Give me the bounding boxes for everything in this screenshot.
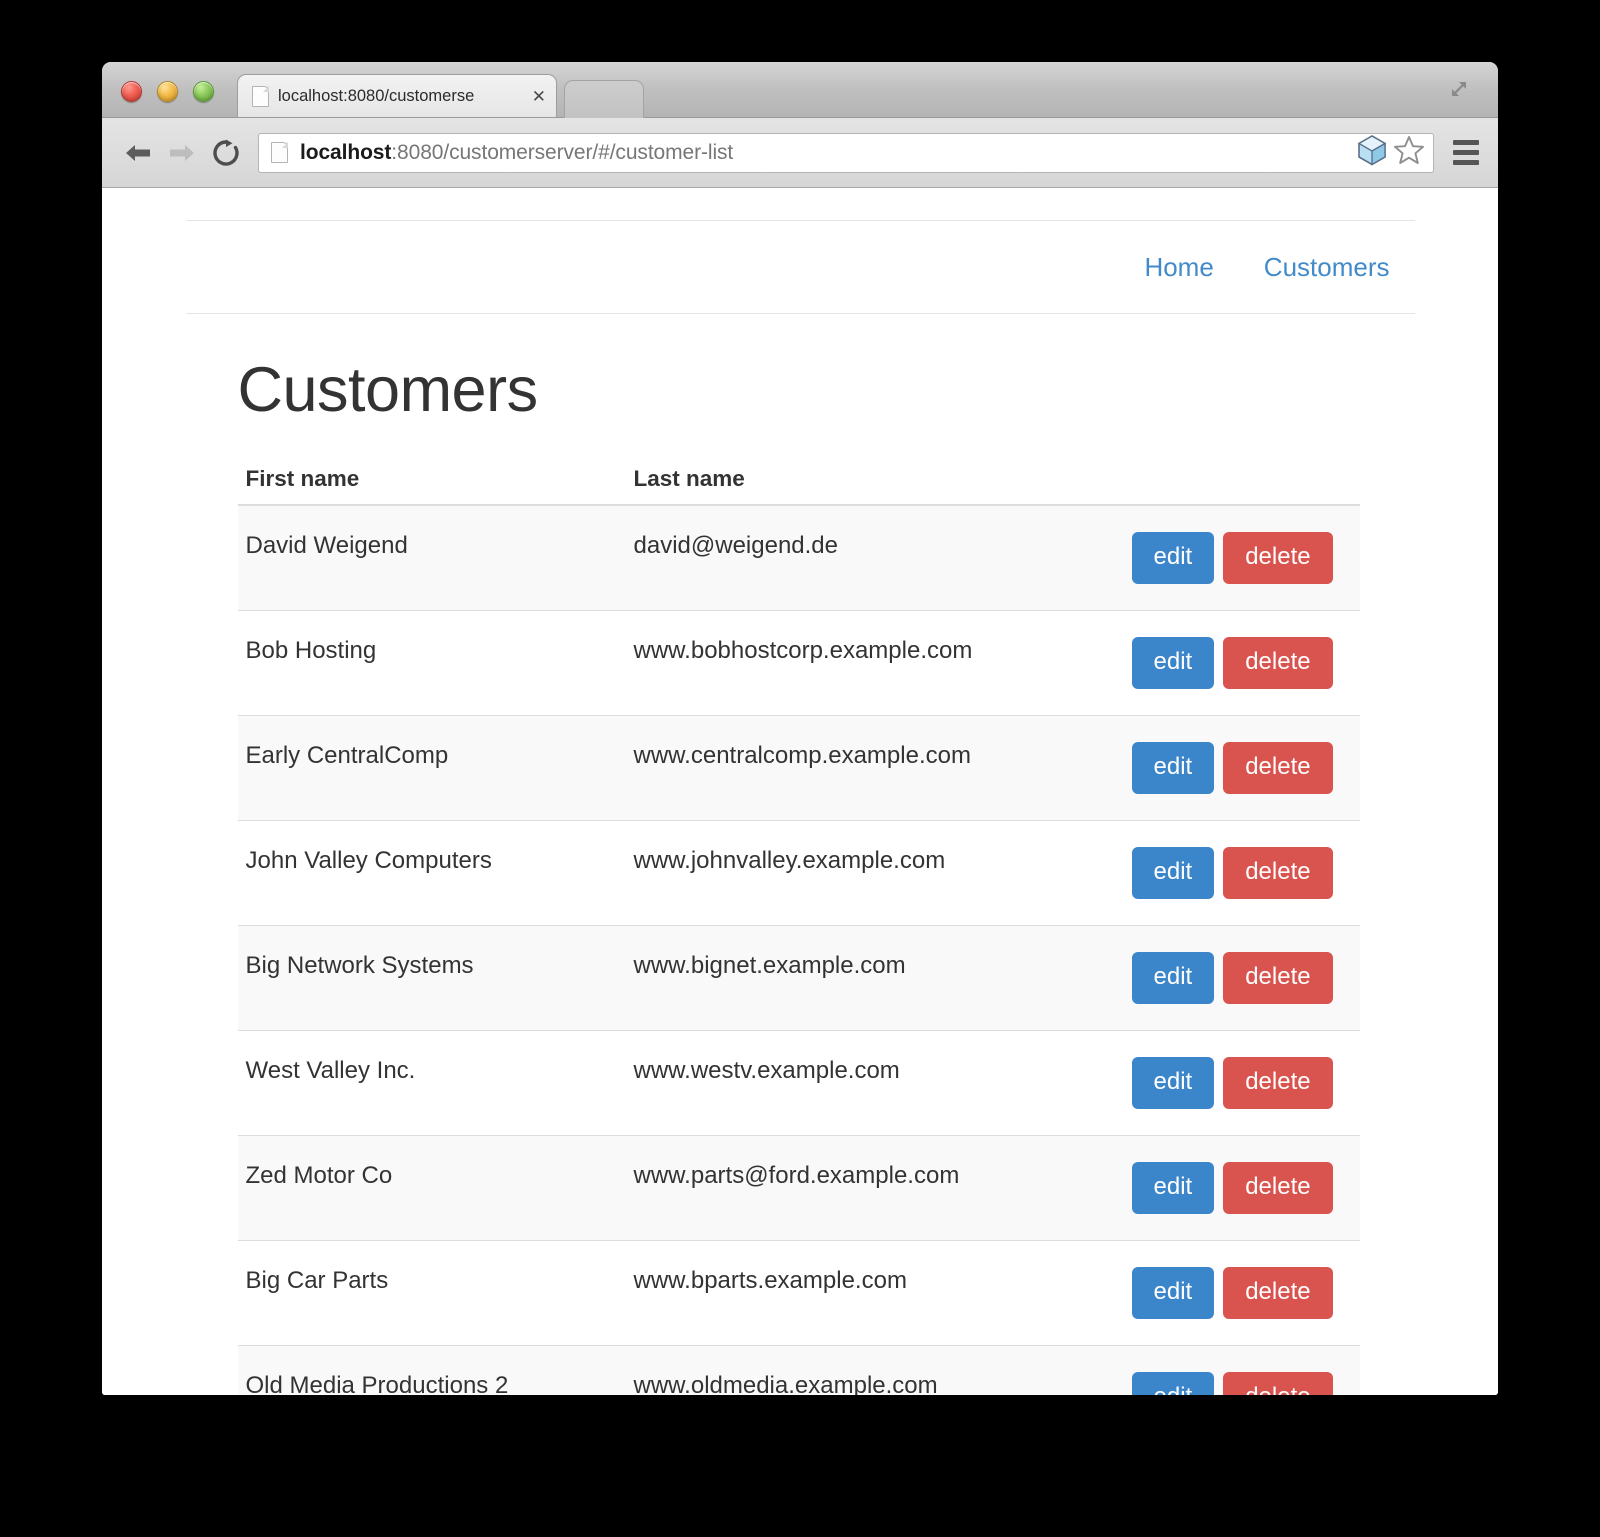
nav-link-customers[interactable]: Customers (1239, 252, 1415, 283)
cell-first-name: Early CentralComp (237, 715, 626, 821)
cell-last-name: www.oldmedia.example.com (625, 1345, 1124, 1395)
reload-icon[interactable] (204, 131, 248, 175)
maximize-icon[interactable] (1444, 78, 1470, 104)
cell-actions: editdelete (1123, 715, 1360, 821)
edit-button[interactable]: edit (1131, 952, 1215, 1004)
page-title: Customers (237, 355, 539, 425)
cell-actions: editdelete (1123, 820, 1360, 926)
url-host: localhost (300, 140, 392, 164)
edit-button[interactable]: edit (1131, 637, 1215, 689)
edit-button[interactable]: edit (1131, 1372, 1215, 1395)
cell-last-name: www.bignet.example.com (625, 925, 1124, 1031)
nav-link-home[interactable]: Home (1119, 252, 1238, 283)
cell-actions: editdelete (1123, 1135, 1360, 1241)
new-tab-button[interactable] (564, 80, 644, 118)
zoom-window-button[interactable] (193, 81, 214, 102)
window-controls (121, 81, 214, 102)
browser-toolbar: localhost:8080/customerserver/#/customer… (102, 118, 1498, 188)
table-row: West Valley Inc. www.westv.example.com edi… (237, 1030, 1360, 1136)
cell-first-name: John Valley Computers (237, 820, 626, 926)
edit-button[interactable]: edit (1131, 532, 1215, 584)
cell-last-name: www.centralcomp.example.com (625, 715, 1124, 821)
table-header: First name Last name (237, 458, 1360, 506)
delete-button[interactable]: delete (1223, 1372, 1333, 1395)
edit-button[interactable]: edit (1131, 1267, 1215, 1319)
hamburger-menu-icon[interactable] (1448, 133, 1484, 173)
cell-last-name: david@weigend.de (625, 504, 1124, 611)
browser-tab-active[interactable]: localhost:8080/customerse ✕ (237, 74, 557, 117)
customer-table: First name Last name David Weigend david@… (237, 458, 1360, 1395)
delete-button[interactable]: delete (1223, 847, 1333, 899)
table-row: Big Car Parts www.bparts.example.com edit d… (237, 1240, 1360, 1346)
cell-last-name: www.johnvalley.example.com (625, 820, 1124, 926)
star-icon[interactable] (1393, 134, 1425, 171)
column-header-actions (1123, 458, 1360, 506)
cell-first-name: Old Media Productions 2 (237, 1345, 626, 1395)
delete-button[interactable]: delete (1223, 1267, 1333, 1319)
table-header-row: First name Last name (237, 458, 1360, 506)
cell-first-name: West Valley Inc. (237, 1030, 626, 1136)
table-body: David Weigend david@weigend.de edit delete B… (237, 504, 1360, 1395)
cell-actions: editdelete (1123, 925, 1360, 1031)
url-text: localhost:8080/customerserver/#/customer… (300, 141, 1351, 165)
minimize-window-button[interactable] (157, 81, 178, 102)
delete-button[interactable]: delete (1223, 952, 1333, 1004)
cell-first-name: Big Car Parts (237, 1240, 626, 1346)
delete-button[interactable]: delete (1223, 637, 1333, 689)
edit-button[interactable]: edit (1131, 847, 1215, 899)
delete-button[interactable]: delete (1223, 1162, 1333, 1214)
cell-actions: editdelete (1123, 1240, 1360, 1346)
site-navbar: Home Customers (185, 220, 1415, 314)
cell-actions: edit delete (1123, 1345, 1360, 1395)
table-row: Big Network Systems www.bignet.example.co… (237, 925, 1360, 1031)
cell-actions: editdelete (1123, 610, 1360, 716)
page-content: Home Customers Customers First name Last… (102, 188, 1498, 1395)
cell-actions: editdelete (1123, 1030, 1360, 1136)
edit-button[interactable]: edit (1131, 1057, 1215, 1109)
back-arrow-icon[interactable] (116, 131, 160, 175)
table-row: David Weigend david@weigend.de edit delete (237, 504, 1360, 611)
delete-button[interactable]: delete (1223, 1057, 1333, 1109)
page-icon (252, 85, 269, 107)
close-tab-icon[interactable]: ✕ (532, 88, 546, 105)
cell-first-name: Bob Hosting (237, 610, 626, 716)
cell-last-name: www.westv.example.com (625, 1030, 1124, 1136)
cell-last-name: www.bobhostcorp.example.com (625, 610, 1124, 716)
delete-button[interactable]: delete (1223, 742, 1333, 794)
table-row: Bob Hosting www.bobhostcorp.example.com ed… (237, 610, 1360, 716)
page-security-icon (271, 142, 288, 163)
column-header-first-name: First name (237, 458, 626, 506)
address-bar[interactable]: localhost:8080/customerserver/#/customer… (258, 132, 1434, 173)
table-row: Old Media Productions 2 www.oldmedia.exam… (237, 1345, 1360, 1395)
cell-first-name: Big Network Systems (237, 925, 626, 1031)
cell-first-name: Zed Motor Co (237, 1135, 626, 1241)
browser-window: localhost:8080/customerse ✕ localhost:80… (102, 62, 1498, 1395)
delete-button[interactable]: delete (1223, 532, 1333, 584)
url-path: :8080/customerserver/#/customer-list (391, 140, 734, 164)
cube-icon[interactable] (1357, 134, 1387, 171)
cell-last-name: www.bparts.example.com (625, 1240, 1124, 1346)
close-window-button[interactable] (121, 81, 142, 102)
edit-button[interactable]: edit (1131, 1162, 1215, 1214)
browser-tab-title: localhost:8080/customerse (278, 86, 475, 105)
column-header-last-name: Last name (625, 458, 1124, 506)
forward-arrow-icon[interactable] (160, 131, 204, 175)
browser-tab-strip: localhost:8080/customerse ✕ (102, 62, 1498, 118)
cell-last-name: www.parts@ford.example.com (625, 1135, 1124, 1241)
table-row: Zed Motor Co www.parts@ford.example.com ed… (237, 1135, 1360, 1241)
cell-actions: editdelete (1123, 504, 1360, 611)
cell-first-name: David Weigend (237, 504, 626, 611)
edit-button[interactable]: edit (1131, 742, 1215, 794)
table-row: John Valley Computers www.johnvalley.exam… (237, 820, 1360, 926)
table-row: Early CentralComp www.centralcomp.example… (237, 715, 1360, 821)
